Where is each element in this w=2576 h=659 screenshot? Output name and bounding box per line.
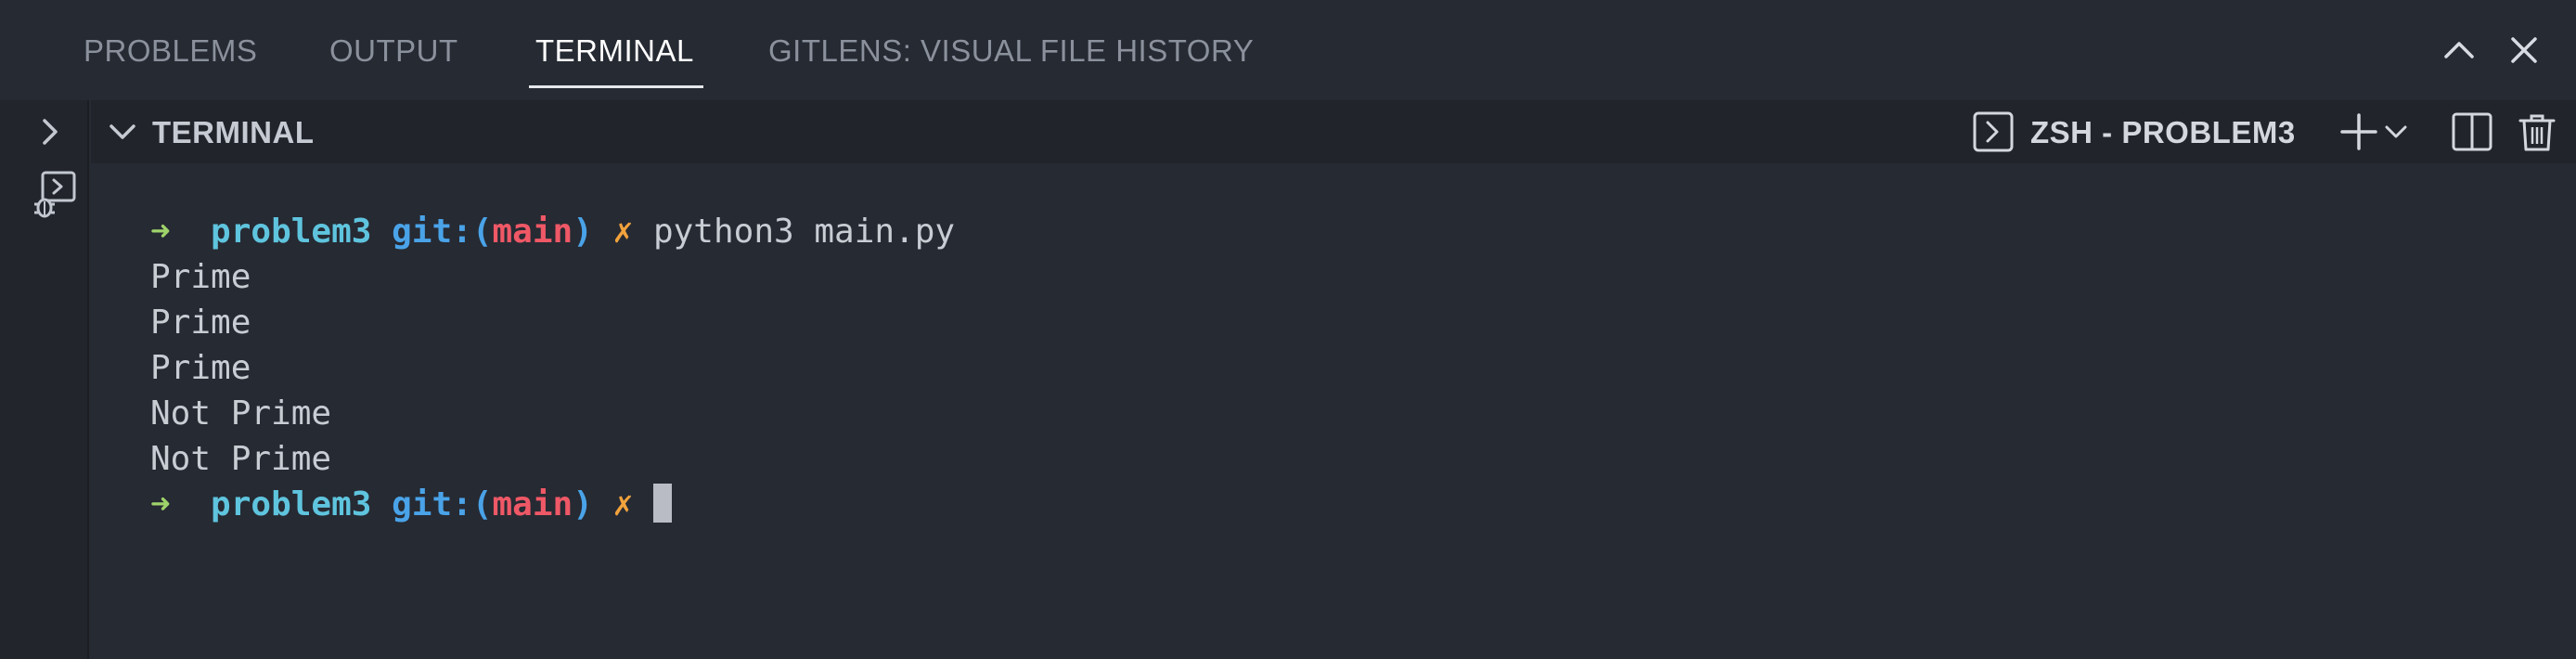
expand-views-button[interactable] — [35, 113, 65, 155]
terminal-output-line: Not Prime — [150, 394, 332, 433]
terminal-output-line: Not Prime — [150, 440, 332, 478]
prompt-directory: problem3 — [211, 213, 372, 251]
terminal-prompt-line: ➜ problem3 git:(main) ✗ python3 main.py — [150, 210, 955, 254]
chevron-down-icon[interactable] — [104, 113, 141, 150]
chevron-up-icon — [2444, 42, 2474, 58]
split-icon — [2452, 112, 2492, 151]
terminal-command: python3 main.py — [652, 213, 956, 251]
terminal-output-line: Prime — [150, 258, 251, 296]
debug-console-button[interactable] — [32, 169, 80, 226]
debug-console-icon — [34, 171, 76, 218]
terminal-section-title: TERMINAL — [152, 115, 315, 149]
active-tab-indicator — [529, 85, 703, 88]
panel-tab-bar: PROBLEMS OUTPUT TERMINAL GITLENS: VISUAL… — [0, 0, 2576, 100]
prompt-git-suffix: ) — [573, 213, 593, 251]
new-terminal-button[interactable] — [2337, 111, 2381, 152]
terminal-output-line: Prime — [150, 349, 251, 387]
panel-side-strip — [0, 100, 89, 659]
tab-output[interactable]: OUTPUT — [329, 33, 458, 69]
split-terminal-button[interactable] — [2450, 111, 2494, 152]
close-icon — [2511, 37, 2537, 63]
terminal-output-line: Prime — [150, 304, 251, 342]
terminal-content[interactable]: ➜ problem3 git:(main) ✗ python3 main.py … — [91, 163, 2576, 659]
prompt-directory: problem3 — [211, 485, 372, 523]
prompt-git-suffix: ) — [573, 485, 593, 523]
chevron-down-icon — [2385, 125, 2407, 138]
prompt-arrow: ➜ — [150, 485, 171, 523]
tab-terminal[interactable]: TERMINAL — [535, 33, 694, 69]
vscode-panel: PROBLEMS OUTPUT TERMINAL GITLENS: VISUAL… — [0, 0, 2576, 659]
prompt-git-branch: main — [492, 213, 573, 251]
maximize-panel-button[interactable] — [2437, 28, 2481, 72]
tab-gitlens-visual-file-history[interactable]: GITLENS: VISUAL FILE HISTORY — [768, 33, 1254, 69]
chevron-right-icon — [43, 119, 58, 145]
tab-problems[interactable]: PROBLEMS — [84, 33, 257, 69]
prompt-dirty-mark: ✗ — [612, 213, 634, 251]
prompt-dirty-mark: ✗ — [612, 485, 634, 523]
terminal-section-header: TERMINAL ZSH - PROBLEM3 — [91, 100, 2576, 163]
terminal-prompt-line: ➜ problem3 git:(main) ✗ — [150, 483, 672, 527]
terminal-cursor — [652, 484, 672, 523]
terminal-shell-icon[interactable] — [1971, 111, 2016, 152]
prompt-arrow: ➜ — [150, 213, 171, 251]
prompt-git-prefix: git:( — [392, 213, 493, 251]
prompt-git-branch: main — [492, 485, 573, 523]
close-panel-button[interactable] — [2502, 28, 2546, 72]
launch-profile-dropdown[interactable] — [2381, 111, 2411, 152]
kill-terminal-button[interactable] — [2515, 111, 2559, 152]
plus-icon — [2340, 113, 2377, 150]
trash-icon — [2518, 114, 2556, 151]
prompt-git-prefix: git:( — [392, 485, 493, 523]
terminal-shell-name[interactable]: ZSH - PROBLEM3 — [2030, 115, 2296, 150]
terminal-icon — [1973, 111, 2014, 152]
